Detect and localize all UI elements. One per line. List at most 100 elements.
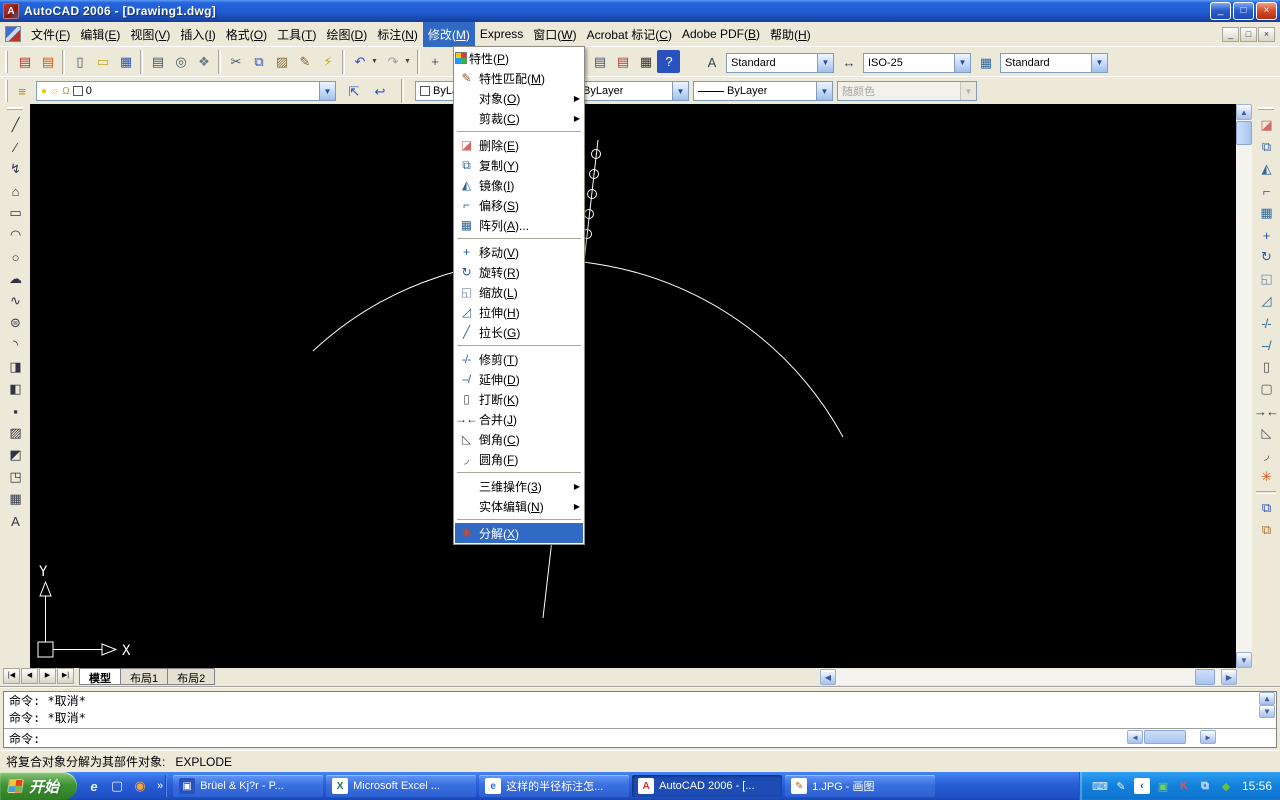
start-button[interactable]: 开始 (0, 772, 78, 800)
line-icon[interactable]: ╱ (3, 114, 27, 136)
arc-icon[interactable]: ◠ (3, 224, 27, 246)
menuitem-拉长[interactable]: ╱ 拉长(G) (455, 322, 583, 342)
scroll-right-button[interactable]: ▶ (1221, 669, 1237, 685)
sheetset-manager-icon[interactable]: ▤ (588, 50, 611, 73)
taskbar-button-Brüel & Kj?r - P...[interactable]: ▣ Brüel & Kj?r - P... (173, 775, 324, 797)
minimize-button[interactable]: _ (1210, 2, 1231, 20)
scroll-down-button[interactable]: ▼ (1259, 705, 1275, 718)
tab-布局2[interactable]: 布局2 (167, 668, 216, 685)
menu-Acrobat 标记[interactable]: Acrobat 标记(C) (582, 22, 677, 47)
menuitem-删除[interactable]: ◪ 删除(E) (455, 135, 583, 155)
qnew-icon[interactable]: ▯ (68, 50, 91, 73)
autocad-app-icon[interactable]: A (3, 3, 19, 19)
open-icon[interactable]: ▭ (91, 50, 114, 73)
menu-格式[interactable]: 格式(O) (221, 22, 272, 47)
menuitem-特性[interactable]: 特性(P) (455, 48, 583, 68)
ellipse-arc-icon[interactable]: ◝ (3, 334, 27, 356)
close-button[interactable]: × (1256, 2, 1277, 20)
extend-icon[interactable]: --/ (1254, 334, 1278, 356)
break-icon[interactable]: ▢ (1254, 378, 1278, 400)
menuitem-剪裁[interactable]: 剪裁(C) ▶ (455, 108, 583, 128)
circle-icon[interactable]: ○ (3, 246, 27, 268)
menuitem-合并[interactable]: →← 合并(J) (455, 409, 583, 429)
menuitem-阵列[interactable]: ▦ 阵列(A)... (455, 215, 583, 235)
text-style-icon[interactable]: A (700, 51, 723, 74)
scroll-down-button[interactable]: ▼ (1236, 652, 1252, 668)
tab-nav-button-0[interactable]: |◀ (3, 668, 20, 684)
gradient-icon[interactable]: ◩ (3, 444, 27, 466)
tab-nav-button-3[interactable]: ▶| (57, 668, 74, 684)
chevron-down-icon[interactable]: ▼ (404, 50, 414, 73)
break-at-point-icon[interactable]: ▯ (1254, 356, 1278, 378)
menuitem-分解[interactable]: ✳ 分解(X) (455, 523, 583, 543)
tab-nav-button-1[interactable]: ◀ (21, 668, 38, 684)
copy-icon[interactable]: ⧉ (247, 50, 270, 73)
array-icon[interactable]: ▦ (1254, 202, 1278, 224)
restore-button[interactable]: □ (1233, 2, 1254, 20)
command-text-area[interactable]: 命令: *取消* 命令: *取消* 命令: ▲ ▼ ◀ ▶ (3, 691, 1277, 748)
redo-icon[interactable]: ↷ (381, 50, 404, 73)
copy-icon[interactable]: ⧉ (1254, 136, 1278, 158)
construction-line-icon[interactable]: ∕ (3, 136, 27, 158)
scroll-up-button[interactable]: ▲ (1236, 104, 1252, 120)
layer-combo[interactable]: ● ☼ Ω 0 ▼ (36, 81, 336, 101)
save-icon[interactable]: ▦ (114, 50, 137, 73)
collapse-chevron-icon[interactable]: ‹ (1133, 778, 1150, 794)
menu-帮助[interactable]: 帮助(H) (765, 22, 816, 47)
menu-编辑[interactable]: 编辑(E) (75, 22, 125, 47)
menu-视图[interactable]: 视图(V) (125, 22, 175, 47)
pdf-comment-icon[interactable]: ▤ (36, 50, 59, 73)
menuitem-实体编辑[interactable]: 实体编辑(N) ▶ (455, 496, 583, 516)
stretch-icon[interactable]: ◿ (1254, 290, 1278, 312)
menuitem-三维操作[interactable]: 三维操作(3) ▶ (455, 476, 583, 496)
hatch-icon[interactable]: ▨ (3, 422, 27, 444)
pdf-convert-icon[interactable]: ▤ (13, 50, 36, 73)
move-icon[interactable]: + (1254, 224, 1278, 246)
draworder-front-icon[interactable]: ⧉ (1254, 497, 1278, 519)
vertical-scrollbar[interactable]: ▲ ▼ (1236, 104, 1252, 668)
menu-工具[interactable]: 工具(T) (272, 22, 321, 47)
toolbar-grip[interactable] (7, 107, 23, 112)
taskbar-button-1.JPG - 画图[interactable]: ✎ 1.JPG - 画图 (785, 775, 936, 797)
horizontal-scroll-thumb[interactable] (1195, 669, 1215, 685)
layer-previous-icon[interactable]: ↩ (368, 80, 391, 103)
show-desktop-icon[interactable]: ▢ (108, 777, 126, 795)
kaspersky-icon[interactable]: K (1176, 778, 1192, 794)
menuitem-偏移[interactable]: ⌐ 偏移(S) (455, 195, 583, 215)
scroll-left-button[interactable]: ◀ (820, 669, 836, 685)
menu-Adobe PDF[interactable]: Adobe PDF(B) (677, 23, 765, 45)
insert-block-icon[interactable]: ◨ (3, 356, 27, 378)
network-tray-icon[interactable]: ⧉ (1197, 778, 1213, 794)
table-style-icon[interactable]: ▦ (974, 51, 997, 74)
rotate-icon[interactable]: ↻ (1254, 246, 1278, 268)
mtext-icon[interactable]: A (3, 510, 27, 532)
draworder-back-icon[interactable]: ⧉ (1254, 519, 1278, 541)
taskbar-button-AutoCAD 2006 - [...[interactable]: A AutoCAD 2006 - [... (632, 775, 783, 797)
menuitem-倒角[interactable]: ◺ 倒角(C) (455, 429, 583, 449)
tab-nav-button-2[interactable]: ▶ (39, 668, 56, 684)
menuitem-移动[interactable]: + 移动(V) (455, 242, 583, 262)
rectangle-icon[interactable]: ▭ (3, 202, 27, 224)
table-style-combo[interactable]: Standard ▼ (1000, 52, 1108, 73)
menuitem-圆角[interactable]: ◞ 圆角(F) (455, 449, 583, 469)
join-icon[interactable]: →← (1254, 400, 1279, 422)
offset-icon[interactable]: ⌐ (1254, 180, 1278, 202)
paste-icon[interactable]: ▨ (270, 50, 293, 73)
menu-插入[interactable]: 插入(I) (175, 22, 220, 47)
ellipse-icon[interactable]: ⊜ (3, 312, 27, 334)
command-prompt[interactable]: 命令: (4, 729, 1276, 749)
explode-icon[interactable]: ✳ (1254, 466, 1278, 488)
keyboard-icon[interactable]: ⌨ (1092, 778, 1108, 794)
chevron-down-icon[interactable]: ▼ (319, 82, 335, 100)
drawing-canvas[interactable]: Y X (30, 104, 1236, 668)
markup-manager-icon[interactable]: ▤ (611, 50, 634, 73)
chamfer-icon[interactable]: ◺ (1254, 422, 1278, 444)
menuitem-旋转[interactable]: ↻ 旋转(R) (455, 262, 583, 282)
cut-icon[interactable]: ✂ (224, 50, 247, 73)
spline-icon[interactable]: ∿ (3, 290, 27, 312)
ie-icon[interactable]: e (85, 777, 103, 795)
update-shield-icon[interactable]: ◆ (1218, 778, 1234, 794)
horizontal-scrollbar[interactable]: ◀ ▶ (820, 669, 1237, 685)
menuitem-复制[interactable]: ⧉ 复制(Y) (455, 155, 583, 175)
quickcalc-icon[interactable]: ▦ (634, 50, 657, 73)
